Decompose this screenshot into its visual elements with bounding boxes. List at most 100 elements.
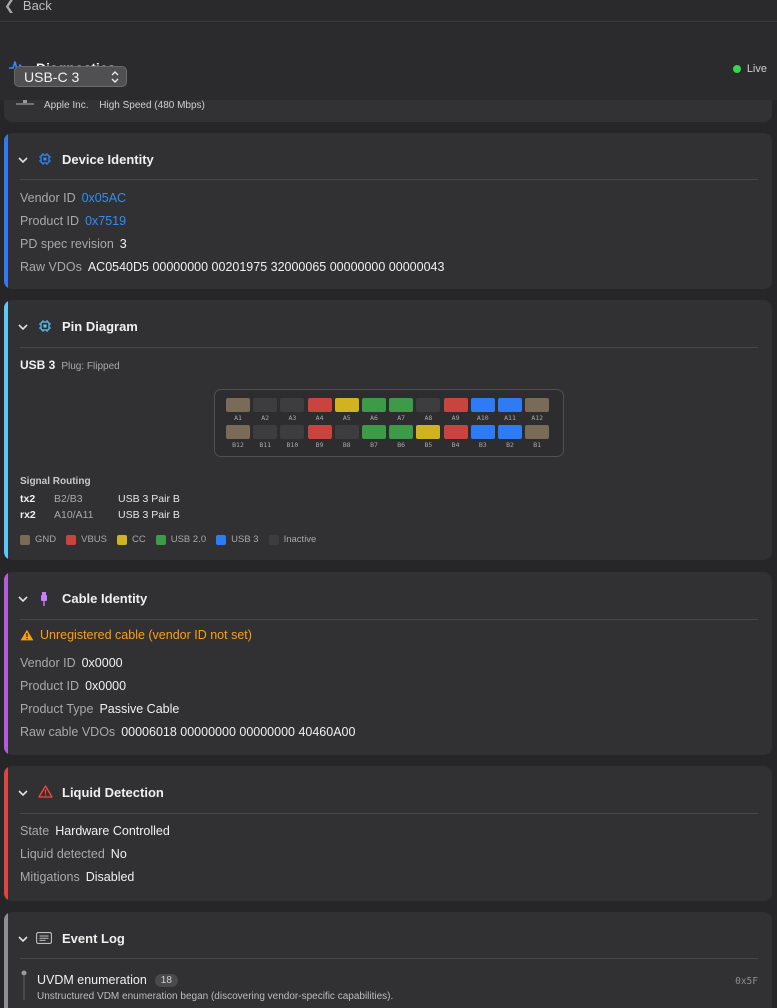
pin-b10[interactable] bbox=[280, 425, 305, 439]
pin-a9[interactable] bbox=[443, 398, 468, 412]
pin-a1[interactable] bbox=[226, 398, 250, 412]
chevron-down-icon[interactable] bbox=[18, 788, 28, 798]
liquid-detected-row: Liquid detected No bbox=[20, 847, 127, 861]
pin-b11[interactable] bbox=[253, 425, 278, 439]
mitigations-row: Mitigations Disabled bbox=[20, 870, 135, 884]
legend-item-usb2: USB 2.0 bbox=[155, 534, 206, 545]
pin-label: B7 bbox=[370, 441, 378, 449]
pin-a8[interactable] bbox=[416, 398, 441, 412]
chevron-down-icon[interactable] bbox=[18, 155, 28, 165]
port-selector-value: USB-C 3 bbox=[24, 68, 80, 85]
card-accent bbox=[4, 133, 8, 289]
pin-label: B8 bbox=[342, 441, 351, 449]
raw-vdos-row: Raw VDOs AC0540D5 00000000 00201975 32000… bbox=[20, 260, 445, 274]
vendor-id-link[interactable]: 0x05AC bbox=[82, 191, 126, 205]
cable-vendor-id-row: Vendor ID 0x0000 bbox=[20, 656, 123, 670]
event-code: 0x5F bbox=[735, 976, 758, 987]
pin-label: B1 bbox=[533, 441, 542, 449]
liquid-state-row: State Hardware Controlled bbox=[20, 824, 170, 838]
card-title: Cable Identity bbox=[62, 591, 148, 606]
plug-icon bbox=[16, 100, 34, 105]
live-status: Live bbox=[732, 63, 767, 75]
product-id-link[interactable]: 0x7519 bbox=[85, 214, 126, 228]
pin-label: B2 bbox=[506, 441, 514, 449]
legend-item-inactive: Inactive bbox=[268, 534, 316, 545]
cable-icon bbox=[41, 592, 47, 606]
legend-item-vbus: VBUS bbox=[66, 534, 107, 545]
event-count-badge: 18 bbox=[154, 973, 178, 987]
event-item[interactable]: UVDM enumeration 18 bbox=[37, 973, 178, 987]
pin-b4[interactable] bbox=[443, 425, 468, 439]
device-identity-card: Device Identity Vendor ID 0x05AC Product … bbox=[4, 133, 772, 289]
pin-label: A4 bbox=[315, 414, 324, 422]
back-button[interactable]: Back bbox=[23, 0, 52, 13]
pin-a6[interactable] bbox=[362, 398, 386, 412]
pin-a2[interactable] bbox=[253, 398, 278, 412]
pin-label: A6 bbox=[370, 414, 378, 422]
pin-b6[interactable] bbox=[389, 425, 414, 439]
chip-icon bbox=[39, 153, 51, 165]
pin-label: B3 bbox=[478, 441, 487, 449]
divider bbox=[20, 179, 758, 180]
legend-label: VBUS bbox=[81, 534, 107, 545]
card-accent bbox=[4, 572, 8, 755]
legend-swatch bbox=[66, 534, 77, 545]
card-accent bbox=[4, 300, 8, 560]
pin-a10[interactable] bbox=[470, 398, 495, 412]
pin-label: A11 bbox=[504, 414, 516, 422]
pin-a12[interactable] bbox=[525, 398, 550, 412]
chevron-down-icon[interactable] bbox=[18, 934, 28, 944]
pin-diagram: A1 A2 A3 A4 A5 A6 A7 A8 A9 A10 A11 A12 B12 B11 B10 B9 B8… bbox=[214, 389, 564, 457]
card-title: Liquid Detection bbox=[62, 785, 164, 800]
pin-label: A7 bbox=[397, 414, 406, 422]
pin-b7[interactable] bbox=[362, 425, 386, 439]
pin-a3[interactable] bbox=[280, 398, 305, 412]
pin-b9[interactable] bbox=[307, 425, 332, 439]
chevron-down-icon[interactable] bbox=[18, 594, 28, 604]
chevron-left-icon[interactable]: ❮ bbox=[4, 0, 15, 14]
pin-b5[interactable] bbox=[416, 425, 441, 439]
pin-label: B12 bbox=[232, 441, 244, 449]
pin-b1[interactable] bbox=[525, 425, 550, 439]
pin-b3[interactable] bbox=[470, 425, 495, 439]
chevron-down-icon[interactable] bbox=[18, 322, 28, 332]
pin-b2[interactable] bbox=[498, 425, 522, 439]
chevron-updown-icon bbox=[111, 71, 119, 83]
cable-identity-card: Cable Identity Unregistered cable (vendo… bbox=[4, 572, 772, 755]
cable-warning: Unregistered cable (vendor ID not set) bbox=[20, 628, 252, 642]
pin-label: B4 bbox=[451, 441, 460, 449]
legend-label: CC bbox=[132, 534, 146, 545]
diagnostics-header: Diagnostics Live bbox=[0, 23, 777, 100]
usb-mode-row: USB 3 Plug: Flipped bbox=[20, 358, 120, 372]
signal-routing-title: Signal Routing bbox=[20, 476, 91, 487]
pin-label: A1 bbox=[234, 414, 242, 422]
pin-label: A12 bbox=[531, 414, 544, 422]
legend-label: USB 3 bbox=[231, 534, 259, 545]
cable-product-type-row: Product Type Passive Cable bbox=[20, 702, 180, 716]
cable-product-id-row: Product ID 0x0000 bbox=[20, 679, 127, 693]
warning-triangle-icon bbox=[38, 785, 53, 798]
pin-b8[interactable] bbox=[334, 425, 359, 439]
live-indicator-icon bbox=[732, 65, 741, 73]
pin-legend: GND VBUS CC USB 2.0 USB 3 Inactive bbox=[20, 534, 326, 545]
pin-a5[interactable] bbox=[334, 398, 359, 412]
connection-card-partial: Apple Inc. High Speed (480 Mbps) bbox=[4, 100, 772, 122]
card-title: Pin Diagram bbox=[62, 319, 138, 334]
liquid-detection-card: Liquid Detection State Hardware Controlle… bbox=[4, 766, 772, 901]
pin-label: B11 bbox=[259, 441, 272, 449]
list-icon bbox=[36, 932, 52, 944]
live-label: Live bbox=[746, 63, 767, 75]
pin-label: B10 bbox=[286, 441, 299, 449]
pin-label: B9 bbox=[315, 441, 324, 449]
pin-b12[interactable] bbox=[226, 425, 250, 439]
pin-a11[interactable] bbox=[498, 398, 522, 412]
pin-label: A3 bbox=[288, 414, 297, 422]
pin-a7[interactable] bbox=[389, 398, 414, 412]
port-selector[interactable]: USB-C 3 bbox=[14, 66, 127, 87]
vendor-name: Apple Inc. bbox=[44, 100, 89, 111]
raw-cable-vdos-row: Raw cable VDOs 00006018 00000000 00000000… bbox=[20, 725, 356, 739]
pin-a4[interactable] bbox=[307, 398, 332, 412]
pin-label: B5 bbox=[424, 441, 433, 449]
product-id-row: Product ID 0x7519 bbox=[20, 214, 127, 228]
pin-label: A8 bbox=[424, 414, 433, 422]
